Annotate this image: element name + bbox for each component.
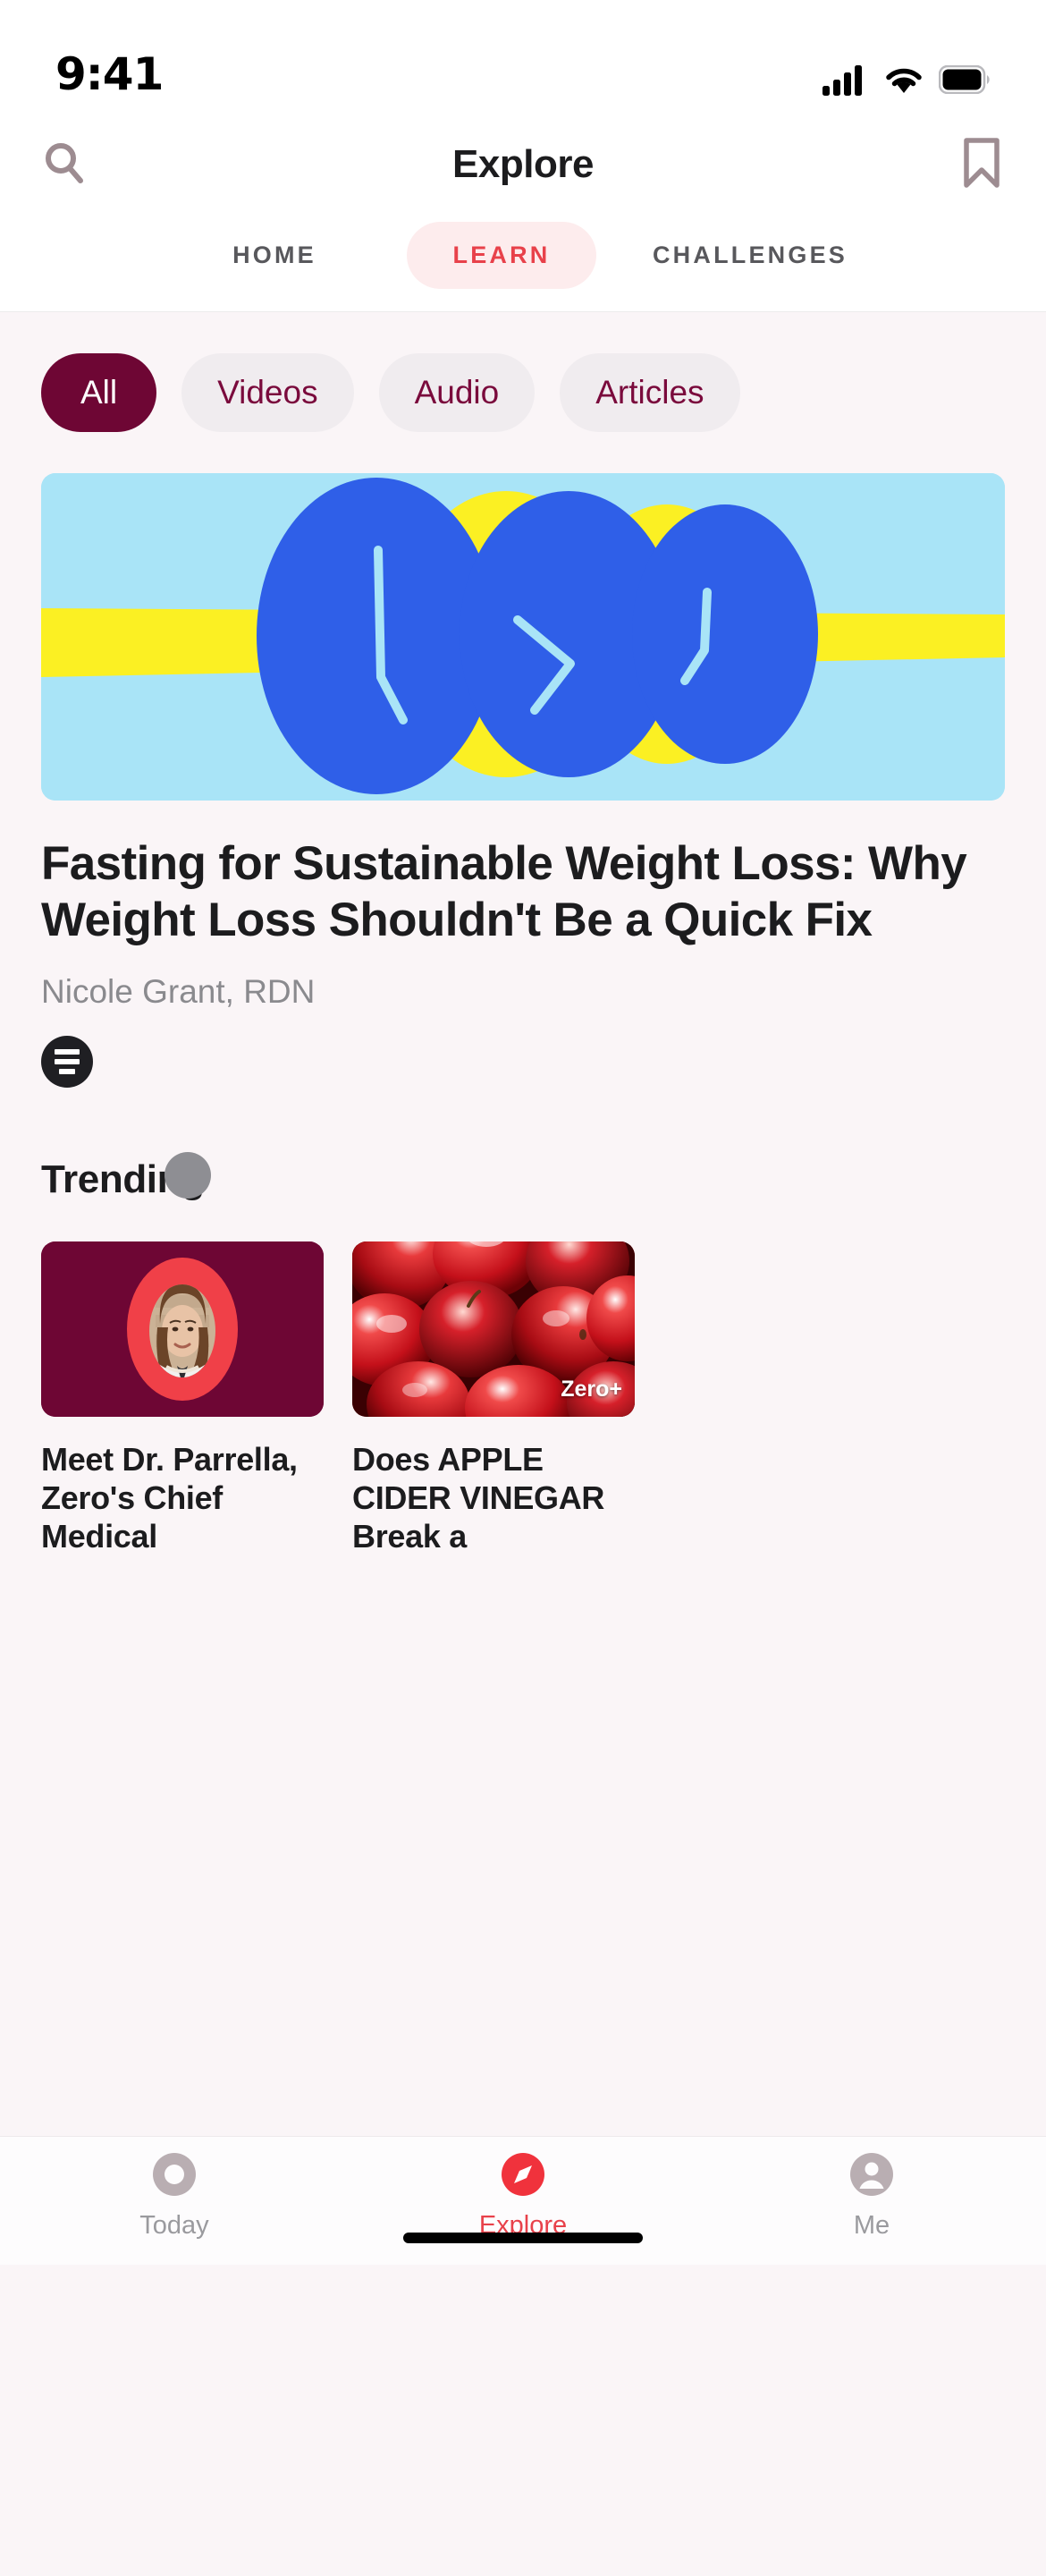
compass-icon — [498, 2149, 548, 2204]
article-icon — [41, 1036, 93, 1089]
nav-label-me: Me — [853, 2211, 890, 2240]
circle-icon — [149, 2149, 199, 2204]
filter-chip-all[interactable]: All — [41, 353, 157, 432]
filter-chip-videos[interactable]: Videos — [181, 353, 354, 432]
filter-chip-audio[interactable]: Audio — [378, 353, 536, 432]
wifi-icon — [883, 64, 924, 99]
trending-card-image[interactable] — [41, 1241, 324, 1418]
battery-icon — [938, 64, 991, 98]
trending-card-image[interactable]: Zero+ — [352, 1241, 635, 1418]
trending-card-doctor[interactable]: Meet Dr. Parrella, Zero's Chief Medical — [41, 1241, 324, 1556]
nav-label-today: Today — [139, 2211, 209, 2240]
search-icon — [41, 140, 88, 191]
filter-chip-row: All Videos Audio Articles — [0, 312, 1046, 432]
app-header: Explore — [0, 116, 1046, 213]
home-indicator — [403, 2233, 643, 2243]
status-bar-time: 9:41 — [55, 48, 164, 100]
person-icon — [847, 2149, 897, 2204]
featured-article-title[interactable]: Fasting for Sustainable Weight Loss: Why… — [41, 836, 1005, 948]
trending-card-title[interactable]: Meet Dr. Parrella, Zero's Chief Medical — [41, 1440, 324, 1556]
cellular-signal-icon — [822, 64, 869, 100]
bottom-navigation-bar: Today Explore Me — [0, 2136, 1046, 2265]
portrait-doctor-parrella — [41, 1241, 324, 1418]
trending-heading: Trending — [41, 1157, 205, 1202]
bookmark-button[interactable] — [948, 131, 1016, 199]
trending-card-title[interactable]: Does APPLE CIDER VINEGAR Break a — [352, 1440, 635, 1556]
bookmark-icon — [960, 137, 1003, 193]
featured-article-card[interactable]: Fasting for Sustainable Weight Loss: Why… — [0, 432, 1046, 1089]
abstract-clocks-illustration — [41, 473, 1005, 801]
search-button[interactable] — [30, 131, 98, 199]
nav-item-explore[interactable]: Explore — [349, 2149, 697, 2241]
trending-card-apple-cider[interactable]: Zero+ Does APPLE CIDER VINEGAR Break a — [352, 1241, 635, 1556]
tab-home[interactable]: HOME — [162, 222, 387, 289]
filter-chip-articles[interactable]: Articles — [560, 353, 740, 432]
trending-card-list[interactable]: Meet Dr. Parrella, Zero's Chief Medical — [0, 1202, 1046, 1556]
segmented-tabs: HOME LEARN CHALLENGES — [0, 213, 1046, 311]
zero-plus-badge: Zero+ — [561, 1377, 622, 1402]
featured-article-image[interactable] — [41, 473, 1005, 801]
cursor-indicator — [164, 1152, 211, 1199]
tab-challenges[interactable]: CHALLENGES — [616, 222, 884, 289]
page-title: Explore — [452, 142, 594, 186]
featured-article-author: Nicole Grant, RDN — [41, 973, 316, 1011]
tab-learn[interactable]: LEARN — [407, 221, 596, 289]
nav-item-me[interactable]: Me — [697, 2149, 1046, 2241]
nav-item-today[interactable]: Today — [0, 2149, 349, 2241]
status-bar-indicators — [822, 64, 991, 100]
status-bar: 9:41 — [0, 0, 1046, 116]
